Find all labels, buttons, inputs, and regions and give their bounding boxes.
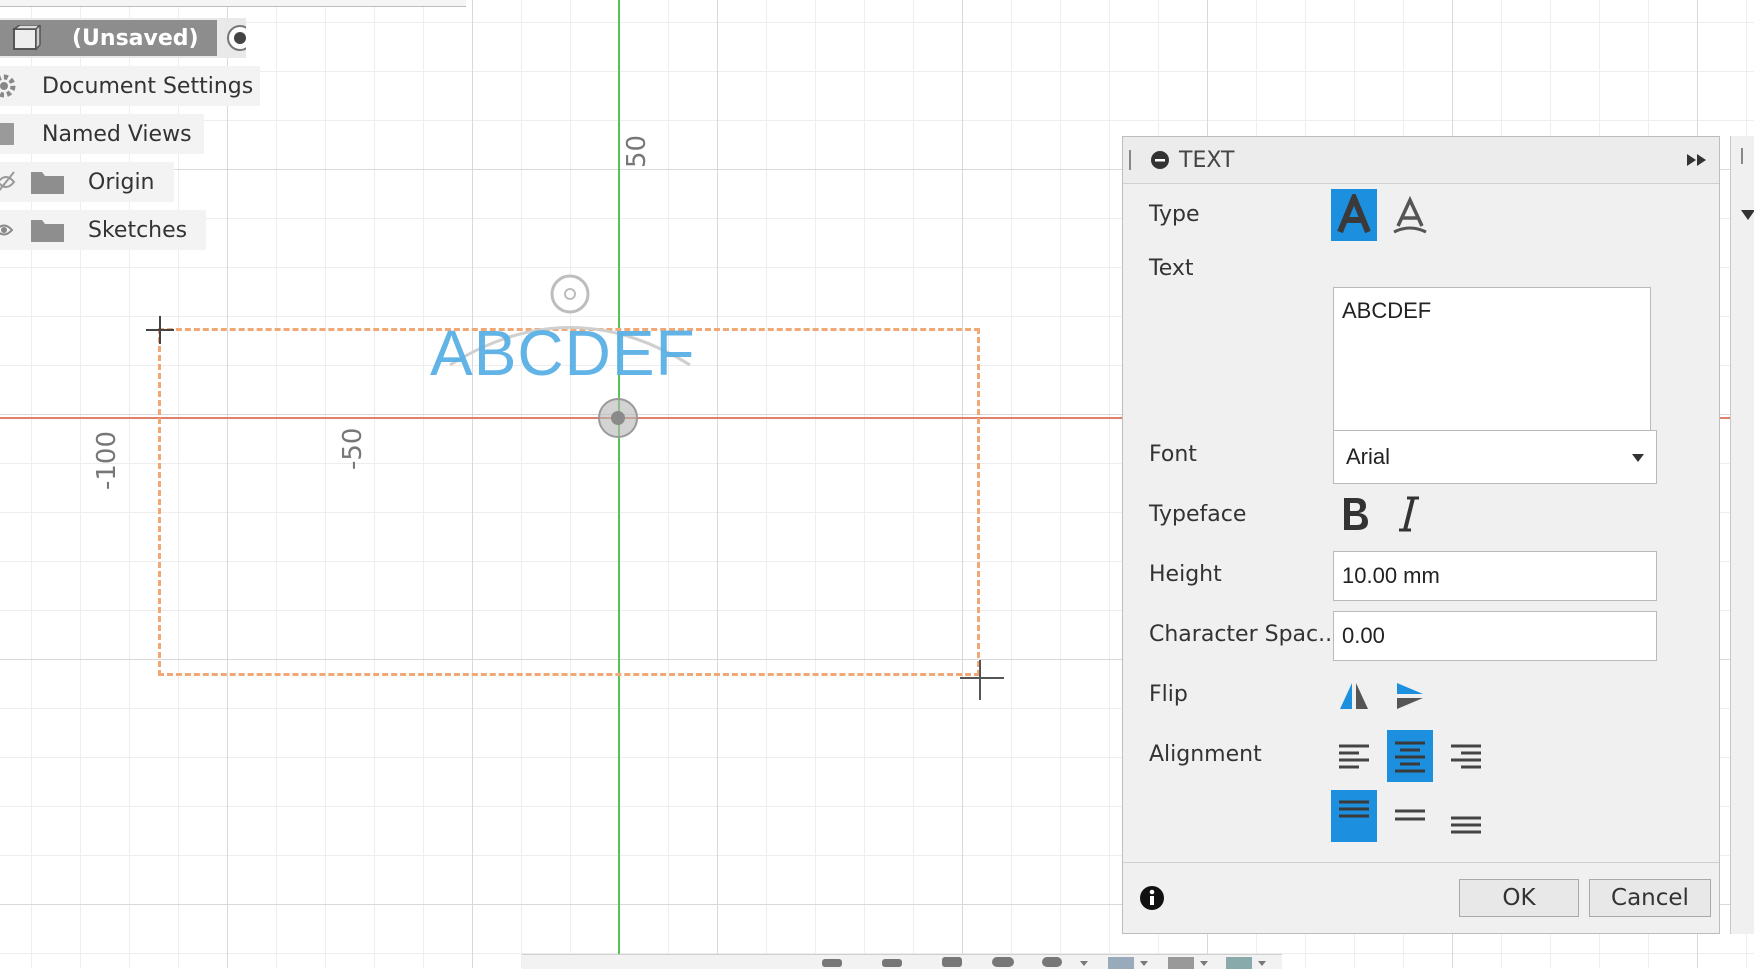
document-name: (Unsaved)	[72, 25, 199, 51]
browser-item-label: Named Views	[42, 121, 192, 147]
fast-forward-icon[interactable]	[1685, 150, 1711, 170]
gear-icon	[0, 74, 16, 98]
align-top-button[interactable]	[1331, 790, 1377, 842]
browser-item-sketches[interactable]: Sketches	[0, 210, 206, 250]
top-toolbar-edge	[0, 0, 466, 7]
alignment-label: Alignment	[1149, 742, 1262, 767]
document-cube-icon	[12, 25, 42, 51]
folder-icon	[0, 123, 14, 145]
origin-point-handle[interactable]	[596, 396, 640, 440]
align-top-icon	[1339, 800, 1369, 818]
collapse-icon[interactable]	[1149, 149, 1171, 171]
rotate-handle-icon[interactable]	[548, 272, 592, 316]
italic-button[interactable]	[1387, 488, 1433, 540]
text-label: Text	[1149, 256, 1194, 281]
eye-hidden-icon[interactable]	[0, 170, 24, 194]
font-select[interactable]: Arial	[1333, 430, 1657, 484]
dialog-title: TEXT	[1179, 147, 1235, 173]
folder-icon	[31, 172, 64, 194]
browser-item-label: Sketches	[88, 217, 188, 243]
height-label: Height	[1149, 562, 1222, 587]
text-type-path-icon	[1393, 195, 1427, 234]
eye-icon[interactable]	[0, 218, 24, 242]
corner-crosshair-top-left[interactable]	[144, 314, 176, 346]
info-icon[interactable]	[1139, 885, 1165, 911]
align-right-icon	[1451, 744, 1481, 769]
browser-item-origin[interactable]: Origin	[0, 162, 174, 202]
character-spacing-label: Character Spac...	[1149, 622, 1340, 647]
type-basic-text-button[interactable]	[1331, 189, 1377, 241]
text-dialog: TEXT Type Text ABCDEF Font Arial Typefac…	[1122, 136, 1720, 934]
browser-item-document-settings[interactable]: Document Settings	[0, 66, 260, 106]
flip-vertical-icon	[1397, 683, 1423, 709]
browser-item-label: Origin	[88, 169, 155, 195]
text-input-area[interactable]: ABCDEF	[1333, 287, 1651, 451]
dialog-header[interactable]: TEXT	[1123, 137, 1719, 184]
right-panel-edge	[1730, 136, 1754, 934]
ok-button[interactable]: OK	[1459, 879, 1579, 917]
chevron-down-icon	[1632, 454, 1644, 462]
bold-icon	[1344, 498, 1368, 530]
browser-document-row[interactable]: (Unsaved)	[0, 18, 246, 58]
align-left-icon	[1339, 744, 1369, 769]
align-bottom-button[interactable]	[1443, 790, 1489, 842]
active-radio-icon[interactable]	[225, 23, 246, 53]
text-type-basic-icon	[1337, 194, 1371, 234]
align-middle-icon	[1395, 809, 1425, 821]
height-input[interactable]: 10.00 mm	[1333, 551, 1657, 601]
dimension-label-neg100: -100	[92, 430, 122, 490]
sketch-text-preview[interactable]: ABCDEF	[430, 316, 696, 390]
bold-button[interactable]	[1331, 488, 1377, 540]
dialog-footer: OK Cancel	[1123, 862, 1719, 933]
triangle-down-icon[interactable]	[1739, 206, 1754, 226]
type-text-on-path-button[interactable]	[1387, 189, 1433, 241]
drag-grip-icon[interactable]	[1127, 148, 1137, 172]
browser-item-named-views[interactable]: Named Views	[0, 114, 204, 154]
flip-horizontal-button[interactable]	[1331, 670, 1377, 722]
character-spacing-input[interactable]: 0.00	[1333, 611, 1657, 661]
cancel-button[interactable]: Cancel	[1589, 879, 1711, 917]
align-left-button[interactable]	[1331, 730, 1377, 782]
dialog-body: Type Text ABCDEF Font Arial Typeface Hei…	[1123, 184, 1719, 861]
italic-icon	[1399, 496, 1419, 532]
browser-item-label: Document Settings	[42, 73, 254, 99]
align-center-icon	[1395, 741, 1425, 773]
toolbar-icons-partial[interactable]	[822, 955, 1282, 969]
flip-label: Flip	[1149, 682, 1188, 707]
corner-crosshair-bottom-right[interactable]	[958, 656, 1006, 704]
document-label[interactable]: (Unsaved)	[0, 20, 217, 56]
align-middle-button[interactable]	[1387, 790, 1433, 842]
typeface-label: Typeface	[1149, 502, 1247, 527]
grip-icon[interactable]	[1739, 146, 1754, 166]
font-label: Font	[1149, 442, 1197, 467]
align-center-button[interactable]	[1387, 730, 1433, 782]
dimension-label-50: 50	[622, 134, 652, 168]
align-right-button[interactable]	[1443, 730, 1489, 782]
type-label: Type	[1149, 202, 1200, 227]
flip-vertical-button[interactable]	[1387, 670, 1433, 722]
align-bottom-icon	[1451, 816, 1481, 834]
font-selected-value: Arial	[1346, 444, 1391, 469]
bottom-navigation-toolbar	[522, 954, 1282, 969]
folder-icon	[31, 220, 64, 242]
flip-horizontal-icon	[1340, 683, 1368, 709]
